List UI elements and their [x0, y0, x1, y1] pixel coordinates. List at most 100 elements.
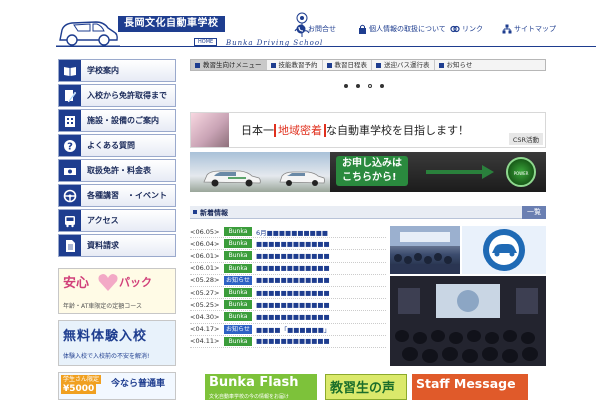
event-stage-photo[interactable] [390, 226, 460, 274]
slider-dot[interactable] [380, 84, 384, 88]
community-banner[interactable]: 日本一 地域密着 な自動車学校を目指します！ CSR活動 [190, 112, 546, 148]
tab-student-menu[interactable]: 教習生向けメニュー [191, 60, 267, 70]
news-tag: Bunka [224, 263, 252, 273]
news-date: <04.30> [190, 312, 220, 321]
regular-car-campaign-banner[interactable]: 学生さん限定 ¥5000 今なら普通車 [58, 372, 176, 400]
news-tag: Bunka [224, 300, 252, 310]
news-title[interactable]: ■■■■■■■■■■■■ [252, 289, 382, 297]
contact-link-label: お問合せ [308, 25, 336, 33]
tab-skill-reservation[interactable]: 技能教習予約 [267, 60, 323, 70]
news-item[interactable]: <06.01> Bunka ■■■■■■■■■■■■ [190, 263, 386, 275]
lock-icon [359, 24, 366, 34]
staff-message-title: Staff Message [416, 376, 516, 391]
sidebar-item-enrollment-flow[interactable]: 入校から免許取得まで [58, 84, 176, 107]
student-voice-banner[interactable]: 教習生の声 [325, 374, 407, 400]
tab-label: 教習生向けメニュー [203, 61, 262, 69]
apply-line-1: お申し込みは [342, 158, 402, 169]
apply-banner-text: お申し込みは こちらから! [336, 156, 408, 186]
news-tag: Bunka [224, 227, 252, 237]
free-trial-banner[interactable]: 無料体験入校 体験入校で入校前の不安を解消! [58, 320, 176, 366]
news-title[interactable]: ■■■■■■■■■■■■ [252, 337, 382, 345]
news-item[interactable]: <04.30> Bunka ■■■■■■■■■■■■ [190, 311, 386, 324]
slider-dot[interactable] [344, 84, 348, 88]
slider-dot[interactable] [356, 84, 360, 88]
news-item[interactable]: <04.17> お知らせ ■■■■「■■■■■■」 [190, 324, 386, 336]
logo[interactable]: 長岡文化自動車学校 HOME Bunka Driving School [56, 8, 322, 48]
sidebar-item-request-brochure[interactable]: 資料請求 [58, 234, 176, 257]
anshin-pack-banner[interactable]: 安心 パック 年齢・AT車限定の定額コース [58, 268, 176, 314]
contact-link[interactable]: お問合せ [296, 24, 336, 34]
phone-icon [296, 24, 306, 34]
tab-shuttle-bus[interactable]: 送迎バス運行表 [372, 60, 435, 70]
sidebar-item-courses-events[interactable]: 各種講習 ・イベント [58, 184, 176, 207]
auditorium-photo[interactable] [390, 276, 546, 366]
staff-message-banner[interactable]: Staff Message [412, 374, 528, 400]
bus-icon [59, 210, 81, 231]
news-tag: Bunka [224, 312, 252, 322]
news-date: <06.01> [190, 264, 220, 273]
news-title[interactable]: ■■■■■■■■■■■■ [252, 276, 382, 284]
sidebar-item-label: 各種講習 ・イベント [87, 191, 167, 200]
links-link[interactable]: リンク [450, 24, 483, 34]
sidebar-item-faq[interactable]: ? よくある質問 [58, 134, 176, 157]
news-item[interactable]: <06.05> Bunka 6月■■■■■■■■■■ [190, 226, 386, 239]
news-item[interactable]: <06.04> Bunka ■■■■■■■■■■■■ [190, 238, 386, 251]
news-date: <06.04> [190, 239, 220, 248]
news-title[interactable]: ■■■■「■■■■■■」 [252, 324, 382, 334]
power-button-icon: POWER [506, 157, 536, 187]
sidebar-item-school-guide[interactable]: 学校案内 [58, 59, 176, 82]
news-title[interactable]: ■■■■■■■■■■■■ [252, 252, 382, 260]
slider-dot-active[interactable] [368, 84, 372, 88]
bunka-flash-banner[interactable]: Bunka Flash 文化自動車学校の今の情報をお届け [205, 374, 317, 400]
tab-notices[interactable]: お知らせ [435, 60, 477, 70]
news-title[interactable]: ■■■■■■■■■■■■ [252, 264, 382, 272]
car-icon [203, 170, 261, 187]
student-voice-title: 教習生の声 [330, 381, 396, 396]
slider-pagination [344, 84, 384, 88]
apply-banner[interactable]: お申し込みは こちらから! POWER [190, 152, 546, 192]
arrow-right-icon [426, 165, 494, 179]
tab-label: 送迎バス運行表 [384, 61, 430, 69]
free-trial-caption: 体験入校で入校前の不安を解消! [63, 353, 150, 360]
news-photos [390, 226, 546, 366]
student-badge: 学生さん限定 [61, 375, 102, 384]
news-tag: Bunka [224, 251, 252, 261]
community-highlight: 地域密着 [274, 124, 326, 137]
question-icon: ? [59, 135, 81, 156]
news-tag: お知らせ [224, 324, 252, 334]
news-item[interactable]: <05.25> Bunka ■■■■■■■■■■■■ [190, 299, 386, 312]
home-link[interactable]: HOME [194, 38, 218, 46]
news-item[interactable]: <06.01> Bunka ■■■■■■■■■■■■ [190, 250, 386, 263]
news-date: <04.11> [190, 337, 220, 346]
tab-schedule[interactable]: 教習日程表 [323, 60, 372, 70]
building-icon [59, 110, 81, 131]
news-title[interactable]: 6月■■■■■■■■■■ [252, 227, 382, 237]
news-item[interactable]: <04.11> Bunka ■■■■■■■■■■■■ [190, 336, 386, 348]
tab-square-icon [270, 62, 276, 68]
anshin-pack-title-left: 安心 [63, 276, 90, 291]
safety-logo-image[interactable] [462, 226, 546, 274]
news-title[interactable]: ■■■■■■■■■■■■ [252, 301, 382, 309]
header-divider [56, 46, 596, 47]
news-date: <06.05> [190, 227, 220, 236]
csr-link[interactable]: CSR活動 [508, 133, 543, 145]
car-logo-icon [56, 21, 120, 47]
privacy-link[interactable]: 個人情報の取扱について [358, 24, 446, 34]
news-title[interactable]: ■■■■■■■■■■■■ [252, 240, 382, 248]
news-header: 新着情報 一覧 [190, 206, 546, 219]
news-item[interactable]: <05.27> Bunka ■■■■■■■■■■■■ [190, 287, 386, 300]
sidebar-item-facilities[interactable]: 施設・設備のご案内 [58, 109, 176, 132]
regular-car-title: 今なら普通車 [111, 379, 166, 389]
news-item[interactable]: <05.28> お知らせ ■■■■■■■■■■■■ [190, 275, 386, 287]
sitemap-link[interactable]: サイトマップ [502, 24, 556, 34]
privacy-link-label: 個人情報の取扱について [369, 25, 446, 33]
news-tag: Bunka [224, 288, 252, 298]
student-menu-tabs: 教習生向けメニュー 技能教習予約 教習日程表 送迎バス運行表 お知らせ [190, 59, 546, 71]
sidebar-item-access[interactable]: アクセス [58, 209, 176, 232]
tab-square-icon [438, 62, 444, 68]
sidebar-item-license-fees[interactable]: 取扱免許・料金表 [58, 159, 176, 182]
news-title[interactable]: ■■■■■■■■■■■■ [252, 313, 382, 321]
news-list-button[interactable]: 一覧 [522, 206, 546, 219]
heart-icon [98, 274, 118, 291]
bunka-flash-title: Bunka Flash [209, 375, 299, 390]
